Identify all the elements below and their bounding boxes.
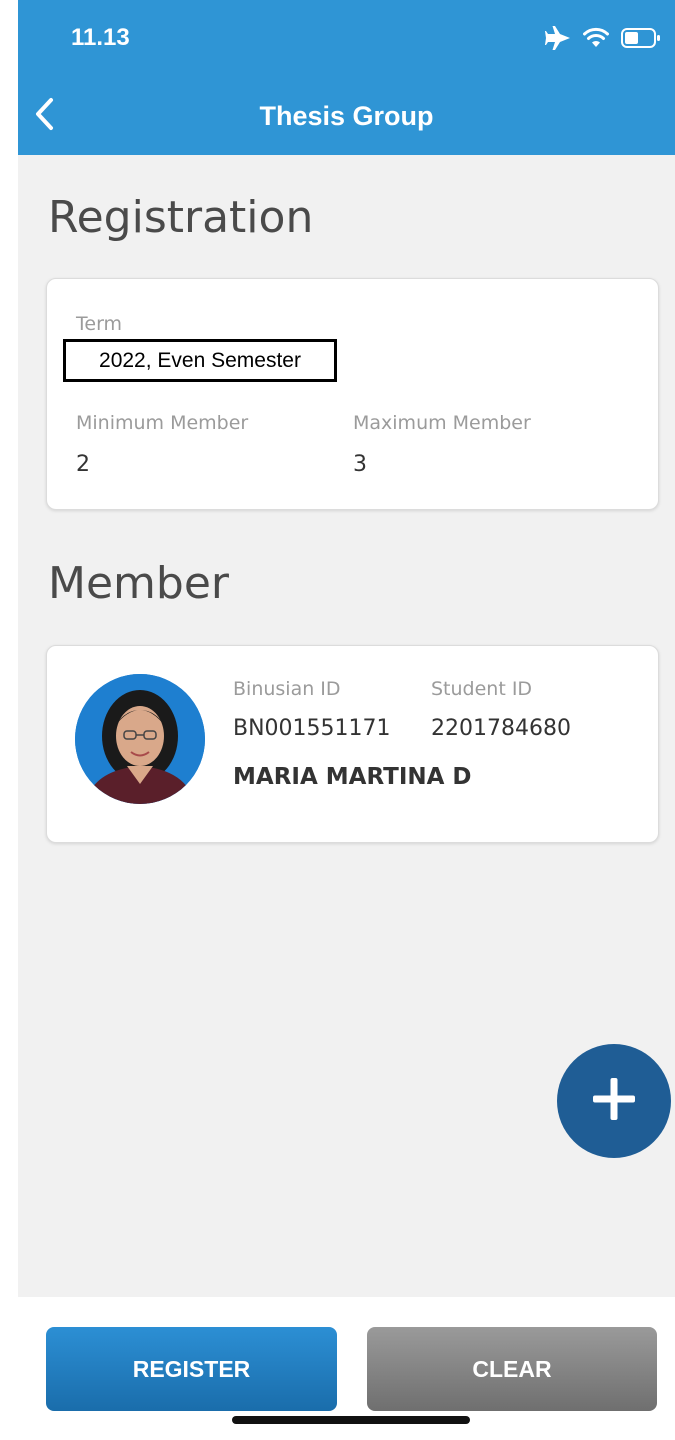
home-indicator — [232, 1416, 470, 1424]
binusian-id-label: Binusian ID — [233, 678, 341, 700]
header-bar: 11.13 Thesis Group — [18, 0, 675, 155]
term-value: 2022, Even Semester — [63, 339, 337, 382]
plus-icon — [591, 1076, 637, 1126]
student-id-label: Student ID — [431, 678, 533, 700]
term-label: Term — [76, 313, 123, 335]
app-screen: 11.13 Thesis Group Registration Term 202… — [18, 0, 675, 1440]
page-title: Thesis Group — [259, 101, 434, 131]
max-member-value: 3 — [353, 452, 367, 477]
register-button[interactable]: REGISTER — [46, 1327, 337, 1411]
member-section-title: Member — [48, 558, 229, 609]
wifi-icon — [583, 27, 609, 53]
status-icons — [545, 26, 661, 54]
battery-icon — [621, 27, 661, 53]
member-card[interactable]: Binusian ID BN001551171 Student ID 22017… — [46, 645, 659, 843]
registration-section-title: Registration — [48, 192, 314, 243]
binusian-id-value: BN001551171 — [233, 716, 391, 741]
avatar — [75, 674, 205, 804]
min-member-value: 2 — [76, 452, 90, 477]
student-id-value: 2201784680 — [431, 716, 571, 741]
add-member-button[interactable] — [557, 1044, 671, 1158]
max-member-label: Maximum Member — [353, 412, 531, 434]
registration-card: Term 2022, Even Semester Minimum Member … — [46, 278, 659, 510]
airplane-icon — [545, 26, 571, 54]
member-name: MARIA MARTINA D — [233, 764, 472, 790]
clear-button[interactable]: CLEAR — [367, 1327, 657, 1411]
min-member-label: Minimum Member — [76, 412, 249, 434]
status-time: 11.13 — [71, 24, 130, 51]
